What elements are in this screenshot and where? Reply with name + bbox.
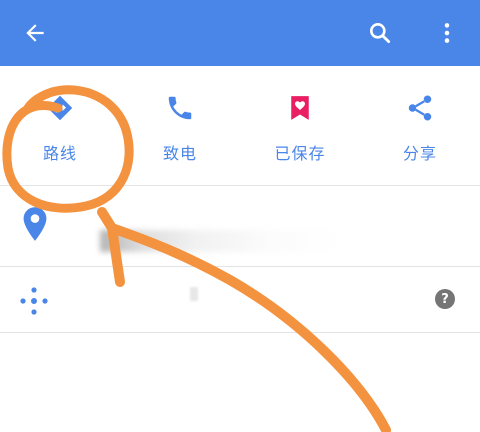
address-row[interactable] [0,186,480,266]
place-pin-icon [23,207,47,241]
saved-label: 已保存 [274,144,326,163]
app-bar [0,0,480,66]
more-options-button[interactable] [422,8,472,58]
help-glyph: ? [441,291,449,307]
address-text-redacted [100,230,340,252]
directions-icon [47,95,73,121]
phone-icon [168,96,192,120]
bookmark-heart-icon [291,96,309,120]
divider [0,332,480,333]
saved-button[interactable]: 已保存 [240,80,360,180]
place-actions: 路线 致电 已保存 分享 [0,80,480,180]
plus-code-text-redacted [190,287,198,301]
directions-label: 路线 [42,144,77,163]
plus-code-row[interactable] [0,267,480,331]
arrow-left-icon [26,24,44,42]
call-button[interactable]: 致电 [120,80,240,180]
share-button[interactable]: 分享 [360,80,480,180]
share-label: 分享 [402,144,437,163]
call-label: 致电 [162,144,197,163]
plus-code-icon [20,287,48,315]
share-icon [408,95,432,121]
search-button[interactable] [355,8,405,58]
help-icon[interactable]: ? [435,289,455,309]
directions-button[interactable]: 路线 [0,80,120,180]
search-icon [370,23,391,44]
more-vert-icon [444,23,450,43]
back-button[interactable] [10,8,60,58]
